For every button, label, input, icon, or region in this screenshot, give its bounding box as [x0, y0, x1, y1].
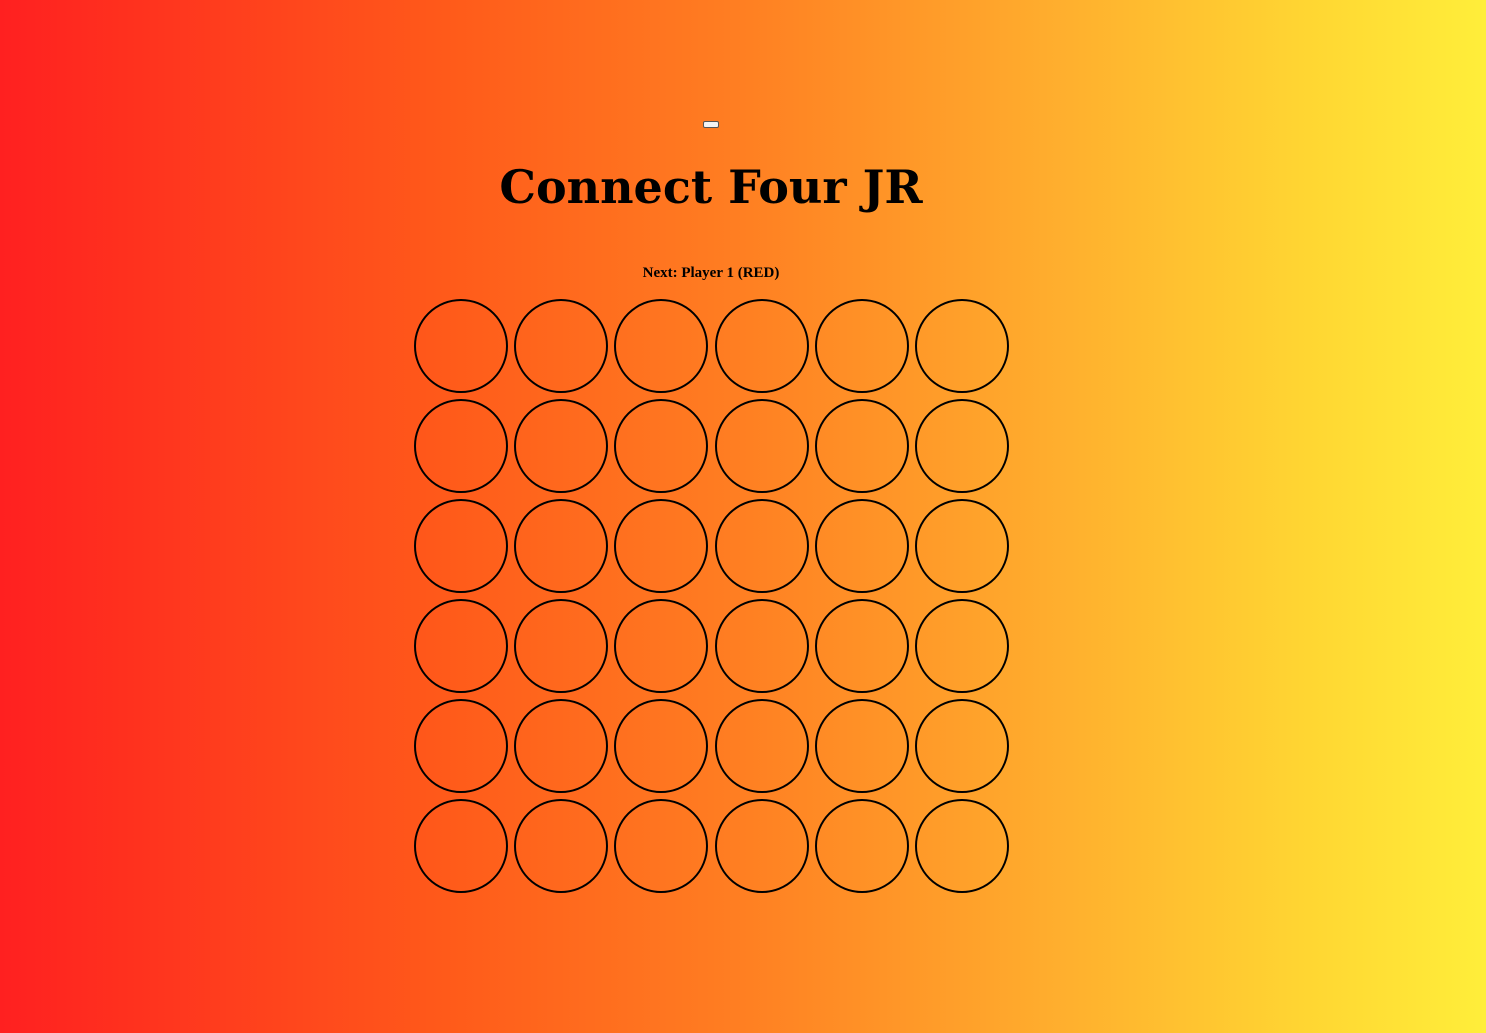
board-cell[interactable] [514, 799, 609, 893]
board-cell[interactable] [514, 299, 609, 393]
board-cell[interactable] [914, 699, 1009, 793]
board-cell[interactable] [414, 599, 508, 693]
board-cell[interactable] [714, 799, 809, 893]
board-cell[interactable] [914, 799, 1009, 893]
board-cell[interactable] [714, 299, 809, 393]
board-cell[interactable] [814, 599, 909, 693]
board-cell[interactable] [414, 799, 508, 893]
board-cell[interactable] [514, 599, 609, 693]
board-cell[interactable] [914, 499, 1009, 593]
board-cell[interactable] [414, 299, 508, 393]
board-cell[interactable] [614, 599, 709, 693]
reset-button[interactable] [703, 121, 719, 128]
board-cell[interactable] [814, 699, 909, 793]
board-cell[interactable] [614, 699, 709, 793]
turn-status: Next: Player 1 (RED) [642, 265, 780, 281]
board-cell[interactable] [614, 499, 709, 593]
board-cell[interactable] [514, 699, 609, 793]
board-cell[interactable] [714, 499, 809, 593]
board-cell[interactable] [714, 599, 809, 693]
board-cell[interactable] [414, 499, 508, 593]
board-cell[interactable] [814, 399, 909, 493]
board-cell[interactable] [914, 599, 1009, 693]
page-title: Connect Four JR [499, 160, 923, 214]
board-cell[interactable] [914, 399, 1009, 493]
board-cell[interactable] [614, 799, 709, 893]
board-cell[interactable] [614, 299, 709, 393]
board-cell[interactable] [814, 299, 909, 393]
board-cell[interactable] [414, 699, 508, 793]
board-cell[interactable] [514, 499, 609, 593]
board-cell[interactable] [714, 399, 809, 493]
game-board [414, 299, 1009, 893]
board-cell[interactable] [614, 399, 709, 493]
board-cell[interactable] [414, 399, 508, 493]
board-cell[interactable] [914, 299, 1009, 393]
board-cell[interactable] [514, 399, 609, 493]
board-cell[interactable] [814, 799, 909, 893]
board-cell[interactable] [814, 499, 909, 593]
board-cell[interactable] [714, 699, 809, 793]
